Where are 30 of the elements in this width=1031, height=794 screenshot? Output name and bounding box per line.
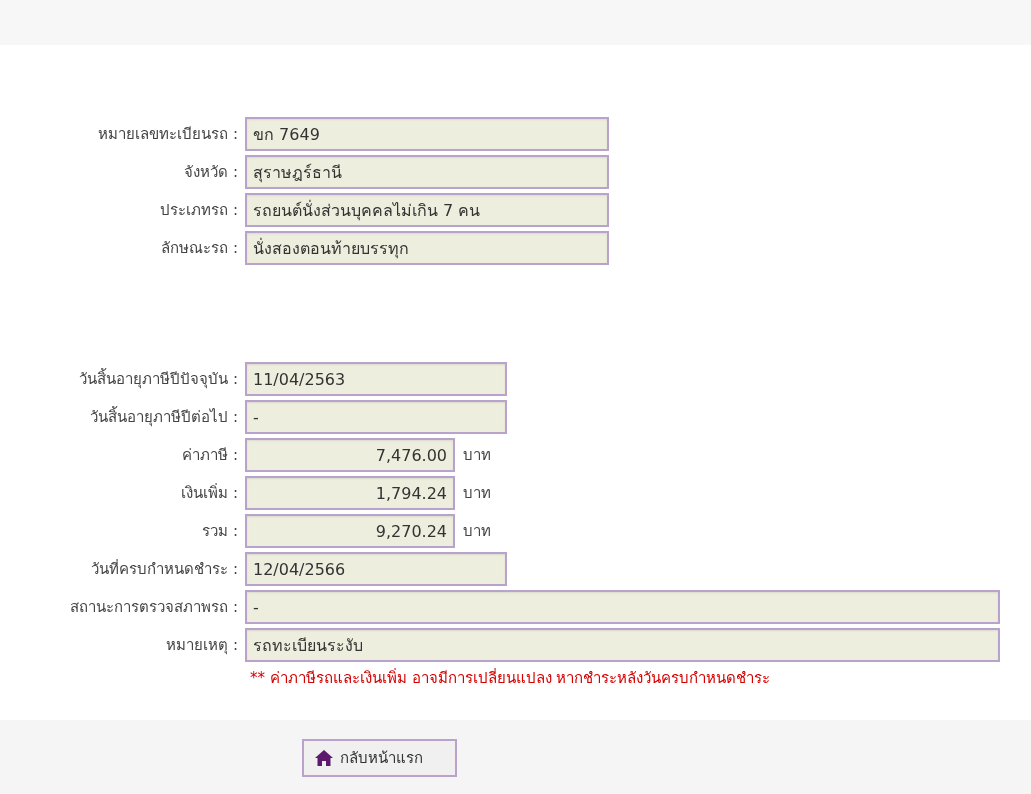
field-label: หมายเหตุ : [165, 635, 239, 657]
home-icon [314, 749, 334, 767]
field-label: เงินเพิ่ม : [180, 482, 239, 504]
input-field[interactable]: นั่งสองตอนท้ายบรรทุก [245, 231, 609, 265]
input-field[interactable]: รถทะเบียนระงับ [245, 628, 1000, 662]
field-label: วันสิ้นอายุภาษีปีต่อไป : [89, 405, 239, 429]
field-label: จังหวัด : [183, 162, 239, 183]
input-field[interactable]: - [245, 590, 1000, 624]
input-field[interactable]: 9,270.24 [245, 514, 455, 548]
unit-label: บาท [463, 521, 491, 542]
unit-label: บาท [463, 445, 491, 466]
input-field[interactable]: รถยนต์นั่งส่วนบุคคลไม่เกิน 7 คน [245, 193, 609, 227]
home-button[interactable]: กลับหน้าแรก [302, 739, 457, 777]
warning-note: ** ค่าภาษีรถและเงินเพิ่ม อาจมีการเปลี่ยนแปลง หากชำระหลังวันครบกำหนดชำระ [250, 667, 772, 689]
field-label: หมายเลขทะเบียนรถ : [97, 124, 239, 145]
field-label: ประเภทรถ : [159, 200, 239, 221]
field-label: ค่าภาษี : [181, 445, 239, 466]
input-field[interactable]: ขก 7649 [245, 117, 609, 151]
input-field[interactable]: สุราษฎร์ธานี [245, 155, 609, 189]
input-field[interactable]: 11/04/2563 [245, 362, 507, 396]
unit-label: บาท [463, 483, 491, 504]
input-field[interactable]: 7,476.00 [245, 438, 455, 472]
input-field[interactable]: 1,794.24 [245, 476, 455, 510]
field-label: วันสิ้นอายุภาษีปีปัจจุบัน : [78, 367, 239, 391]
field-label: วันที่ครบกำหนดชำระ : [90, 558, 239, 580]
field-label: สถานะการตรวจสภาพรถ : [69, 597, 239, 618]
input-field[interactable]: 12/04/2566 [245, 552, 507, 586]
field-label: ลักษณะรถ : [160, 238, 239, 259]
field-label: รวม : [201, 521, 239, 542]
input-field[interactable]: - [245, 400, 507, 434]
